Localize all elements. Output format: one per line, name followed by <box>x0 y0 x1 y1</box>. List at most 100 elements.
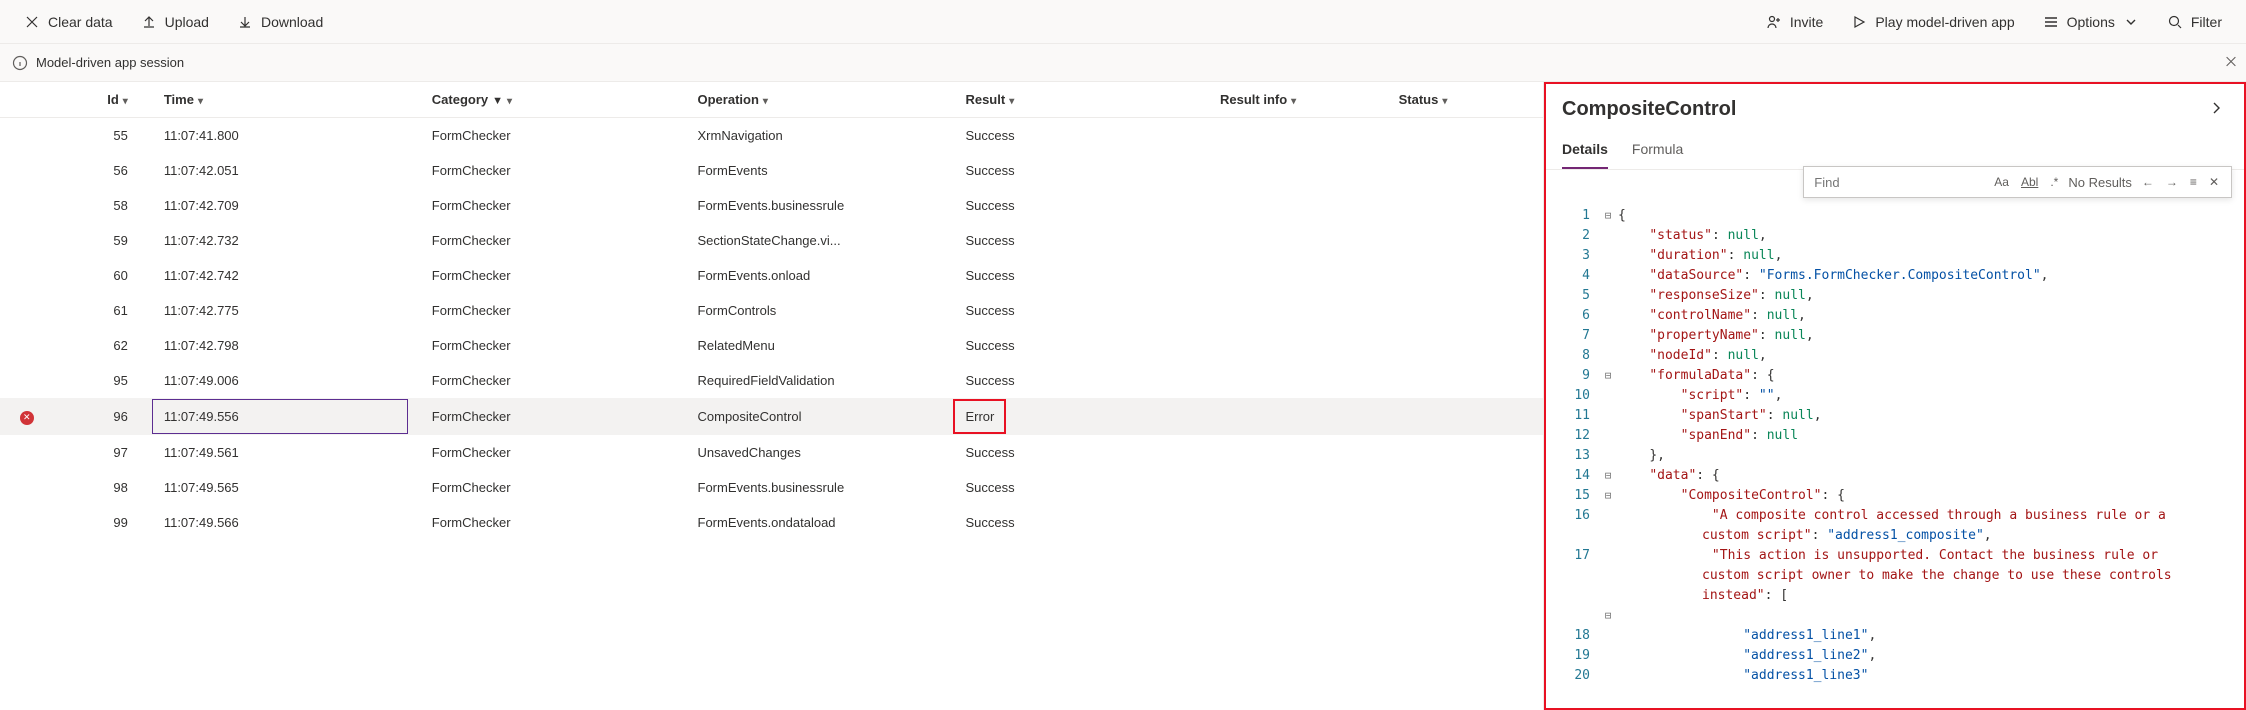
column-time[interactable]: Time▾ <box>152 82 420 118</box>
cell-result: Success <box>953 328 1208 363</box>
cell-status <box>1387 435 1543 470</box>
code-line: 7 "propertyName": null, <box>1546 326 2244 346</box>
fold-toggle <box>1598 286 1618 306</box>
find-next-button[interactable]: → <box>2164 173 2180 191</box>
fold-toggle[interactable]: ⊟ <box>1598 206 1618 226</box>
column-status[interactable]: Status▾ <box>1387 82 1543 118</box>
cell-id: 61 <box>54 293 152 328</box>
fold-toggle <box>1598 226 1618 246</box>
cell-id: 55 <box>54 118 152 154</box>
cell-operation: RequiredFieldValidation <box>686 363 954 398</box>
whole-word-icon[interactable]: Abl <box>2019 173 2040 191</box>
line-number: 14 <box>1546 466 1598 486</box>
fold-toggle <box>1598 506 1618 546</box>
play-app-button[interactable]: Play model-driven app <box>1839 8 2026 36</box>
options-button[interactable]: Options <box>2031 8 2151 36</box>
cell-result-info <box>1208 505 1387 540</box>
table-row[interactable]: 5811:07:42.709FormCheckerFormEvents.busi… <box>0 188 1543 223</box>
table-row[interactable]: 9811:07:49.565FormCheckerFormEvents.busi… <box>0 470 1543 505</box>
table-row[interactable]: 9711:07:49.561FormCheckerUnsavedChangesS… <box>0 435 1543 470</box>
table-row[interactable]: 9911:07:49.566FormCheckerFormEvents.onda… <box>0 505 1543 540</box>
close-session-button[interactable] <box>2224 54 2238 71</box>
code-content: "duration": null, <box>1618 246 1782 266</box>
code-line: 17 "This action is unsupported. Contact … <box>1546 546 2244 606</box>
close-icon <box>2224 54 2238 68</box>
download-label: Download <box>261 14 323 30</box>
cell-time: 11:07:42.775 <box>152 293 420 328</box>
line-number: 2 <box>1546 226 1598 246</box>
fold-toggle <box>1598 446 1618 466</box>
table-row[interactable]: 5511:07:41.800FormCheckerXrmNavigationSu… <box>0 118 1543 154</box>
code-content: "data": { <box>1618 466 1720 486</box>
cell-id: 62 <box>54 328 152 363</box>
cell-category: FormChecker <box>420 118 686 154</box>
download-button[interactable]: Download <box>225 8 335 36</box>
table-row[interactable]: 6111:07:42.775FormCheckerFormControlsSuc… <box>0 293 1543 328</box>
panel-collapse-button[interactable] <box>2204 96 2228 123</box>
column-status-icon[interactable] <box>0 82 54 118</box>
filter-button[interactable]: Filter <box>2155 8 2234 36</box>
code-content: "This action is unsupported. Contact the… <box>1618 546 2198 606</box>
find-close-button[interactable]: ✕ <box>2207 173 2221 191</box>
cell-result: Success <box>953 153 1208 188</box>
code-content: "responseSize": null, <box>1618 286 1814 306</box>
table-row[interactable]: 9511:07:49.006FormCheckerRequiredFieldVa… <box>0 363 1543 398</box>
find-selection-icon[interactable]: ≡ <box>2188 173 2199 191</box>
code-line: 11 "spanStart": null, <box>1546 406 2244 426</box>
match-case-icon[interactable]: Aa <box>1992 173 2011 191</box>
cell-operation: FormEvents.onload <box>686 258 954 293</box>
table-row[interactable]: ✕9611:07:49.556FormCheckerCompositeContr… <box>0 398 1543 435</box>
fold-toggle <box>1598 326 1618 346</box>
cell-status <box>1387 505 1543 540</box>
column-category[interactable]: Category▼▾ <box>420 82 686 118</box>
tab-formula[interactable]: Formula <box>1632 131 1683 169</box>
fold-toggle <box>1598 646 1618 666</box>
cell-time: 11:07:49.565 <box>152 470 420 505</box>
chevron-down-icon <box>2123 14 2139 30</box>
invite-button[interactable]: Invite <box>1754 8 1835 36</box>
column-operation[interactable]: Operation▾ <box>686 82 954 118</box>
code-content: "controlName": null, <box>1618 306 1806 326</box>
table-row[interactable]: 5911:07:42.732FormCheckerSectionStateCha… <box>0 223 1543 258</box>
upload-button[interactable]: Upload <box>129 8 221 36</box>
cell-result-info <box>1208 435 1387 470</box>
upload-label: Upload <box>165 14 209 30</box>
cell-status <box>1387 328 1543 363</box>
fold-toggle <box>1598 346 1618 366</box>
table-row[interactable]: 5611:07:42.051FormCheckerFormEventsSucce… <box>0 153 1543 188</box>
clear-data-button[interactable]: Clear data <box>12 8 125 36</box>
column-id[interactable]: Id▾ <box>54 82 152 118</box>
find-prev-button[interactable]: ← <box>2140 173 2156 191</box>
code-content: }, <box>1618 446 1665 466</box>
code-content: "A composite control accessed through a … <box>1618 506 2198 546</box>
tab-details[interactable]: Details <box>1562 131 1608 169</box>
fold-toggle[interactable]: ⊟ <box>1598 606 1618 626</box>
cell-operation: FormEvents.ondataload <box>686 505 954 540</box>
cell-category: FormChecker <box>420 153 686 188</box>
table-row[interactable]: 6211:07:42.798FormCheckerRelatedMenuSucc… <box>0 328 1543 363</box>
search-icon <box>2167 14 2183 30</box>
fold-toggle[interactable]: ⊟ <box>1598 466 1618 486</box>
chevron-down-icon: ▾ <box>763 96 768 107</box>
column-result-info[interactable]: Result info▾ <box>1208 82 1387 118</box>
find-input[interactable] <box>1814 175 1984 190</box>
column-result[interactable]: Result▾ <box>953 82 1208 118</box>
cell-category: FormChecker <box>420 470 686 505</box>
events-grid[interactable]: Id▾ Time▾ Category▼▾ Operation▾ Result▾ … <box>0 82 1544 710</box>
cell-result-info <box>1208 328 1387 363</box>
cell-time: 11:07:49.566 <box>152 505 420 540</box>
table-row[interactable]: 6011:07:42.742FormCheckerFormEvents.onlo… <box>0 258 1543 293</box>
top-toolbar: Clear data Upload Download Invite Play m… <box>0 0 2246 44</box>
find-bar: Aa Abl .* No Results ← → ≡ ✕ <box>1803 166 2232 198</box>
cell-result-info <box>1208 293 1387 328</box>
code-content: "dataSource": "Forms.FormChecker.Composi… <box>1618 266 2048 286</box>
regex-icon[interactable]: .* <box>2048 173 2060 191</box>
json-viewer[interactable]: 1⊟{2 "status": null,3 "duration": null,4… <box>1546 202 2244 708</box>
fold-toggle[interactable]: ⊟ <box>1598 366 1618 386</box>
line-number: 17 <box>1546 546 1598 606</box>
cell-id: 99 <box>54 505 152 540</box>
cell-category: FormChecker <box>420 435 686 470</box>
fold-toggle[interactable]: ⊟ <box>1598 486 1618 506</box>
cell-operation: UnsavedChanges <box>686 435 954 470</box>
line-number: 12 <box>1546 426 1598 446</box>
